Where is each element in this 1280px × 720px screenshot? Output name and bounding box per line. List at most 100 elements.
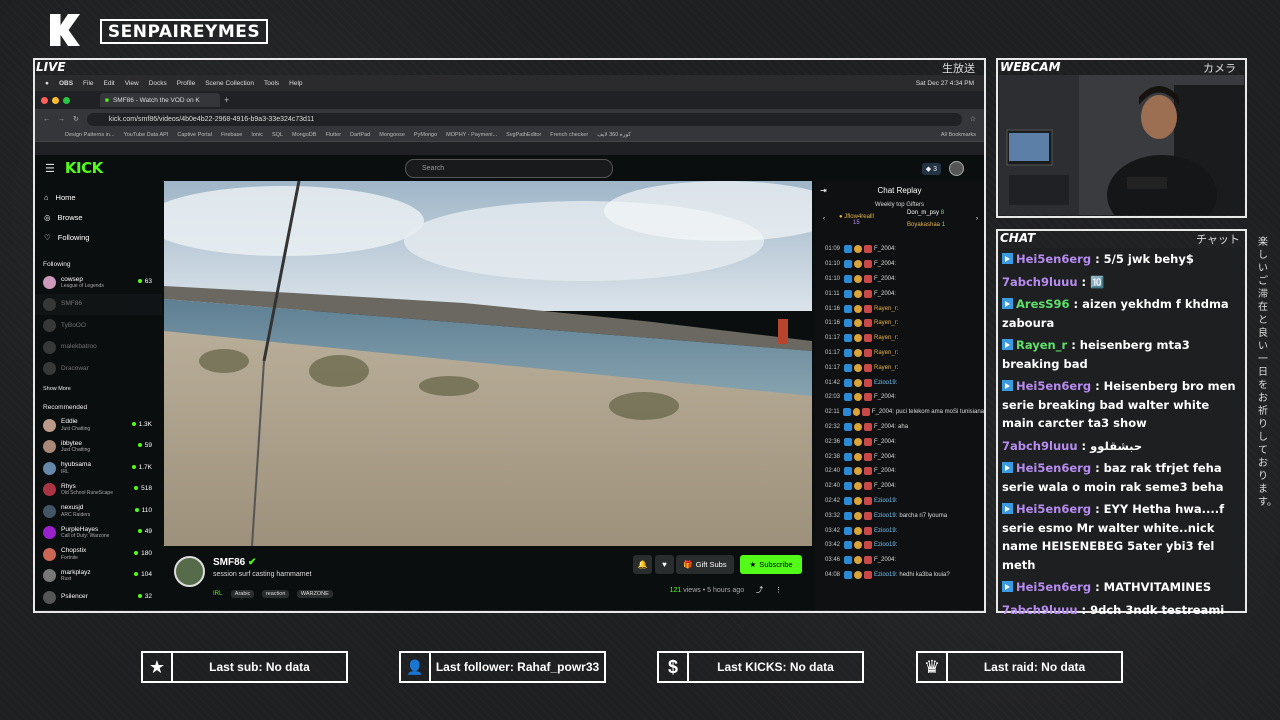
url-bar[interactable]: kick.com/smf86/videos/4b0e4b22-2968-4916…	[86, 112, 962, 126]
maximize-window-icon[interactable]	[63, 96, 70, 104]
replay-username[interactable]: Ezioo19:	[874, 572, 897, 578]
collapse-chat-icon[interactable]: ⇥	[820, 186, 827, 195]
show-more-link[interactable]: Show More	[35, 380, 162, 396]
video-player[interactable]	[164, 181, 812, 546]
chat-username[interactable]: Hei5en6erg	[1016, 379, 1091, 393]
replay-username[interactable]: F_2004:	[874, 439, 896, 445]
reload-icon[interactable]: ↻	[73, 115, 79, 123]
more-options-icon[interactable]: ⋮	[775, 587, 782, 594]
recommended-item[interactable]: ibbytee Just Chatting 59	[35, 436, 162, 458]
recommended-item[interactable]: markplayz Rust 104	[35, 565, 162, 587]
following-item[interactable]: cowsep League of Legends 63	[35, 272, 162, 294]
tag-pill[interactable]: Arabic	[230, 590, 255, 598]
bookmark-item[interactable]: Flutter	[325, 132, 341, 138]
category-link[interactable]: IRL	[213, 591, 222, 597]
replay-username[interactable]: F_2004:	[874, 557, 896, 563]
replay-username[interactable]: Rayen_r:	[874, 350, 898, 356]
recommended-item[interactable]: Eddie Just Chatting 1.3K	[35, 415, 162, 437]
replay-username[interactable]: Rayen_r:	[874, 320, 898, 326]
streamer-name[interactable]: SMF86 ✔	[213, 557, 256, 568]
forward-icon[interactable]: →	[58, 116, 65, 123]
search-input[interactable]: Search	[405, 159, 613, 178]
replay-username[interactable]: F_2004:	[874, 454, 896, 460]
menu-obs[interactable]: OBS	[59, 80, 73, 87]
menu-profile[interactable]: Profile	[177, 80, 195, 87]
bookmark-item[interactable]: All Bookmarks	[941, 132, 984, 138]
menu-file[interactable]: File	[83, 80, 93, 87]
menu-edit[interactable]: Edit	[104, 80, 115, 87]
replay-username[interactable]: Ezioo19:	[874, 513, 897, 519]
replay-username[interactable]: Ezioo19:	[874, 498, 897, 504]
bookmark-item[interactable]: PyMongo	[414, 132, 437, 138]
menu-docks[interactable]: Docks	[149, 80, 167, 87]
streamer-avatar[interactable]	[174, 556, 205, 587]
bookmark-item[interactable]: French checker	[550, 132, 588, 138]
replay-username[interactable]: F_2004:	[874, 276, 896, 282]
bookmark-item[interactable]: MongoDB	[292, 132, 316, 138]
share-icon[interactable]: ⤴	[756, 587, 763, 594]
chat-username[interactable]: Hei5en6erg	[1016, 502, 1091, 516]
gift-subs-button[interactable]: 🎁 Gift Subs	[676, 555, 734, 574]
recommended-item[interactable]: nexusjd ARC Raiders 110	[35, 501, 162, 523]
kick-wordmark[interactable]: KICK	[65, 159, 103, 177]
menu-help[interactable]: Help	[289, 80, 302, 87]
bookmark-item[interactable]: Ionic	[251, 132, 263, 138]
browser-tab[interactable]: ■ SMF86 - Watch the VOD on K	[100, 93, 220, 107]
menu-view[interactable]: View	[125, 80, 139, 87]
replay-username[interactable]: Rayen_r:	[874, 306, 898, 312]
menu-hamburger-icon[interactable]: ☰	[45, 162, 55, 175]
replay-username[interactable]: F_2004:	[872, 409, 894, 415]
chat-username[interactable]: Rayen_r	[1016, 338, 1067, 352]
chat-username[interactable]: 7abch9luuu	[1002, 439, 1078, 453]
following-item[interactable]: TyBoOO	[35, 315, 162, 337]
bookmark-star-icon[interactable]: ☆	[970, 115, 976, 123]
nav-browse[interactable]: ◎ Browse	[35, 207, 162, 227]
bookmark-item[interactable]: DartPad	[350, 132, 370, 138]
replay-username[interactable]: F_2004:	[874, 424, 896, 430]
menu-scene-collection[interactable]: Scene Collection	[205, 80, 254, 87]
replay-username[interactable]: F_2004:	[874, 291, 896, 297]
tag-pill[interactable]: reaction	[261, 590, 290, 598]
bookmark-item[interactable]: YouTube Data API	[124, 132, 169, 138]
gifter-item[interactable]: ● Jflow4reall! 15	[839, 214, 874, 226]
gifter-item[interactable]: Don_m_psy 8	[907, 210, 944, 216]
new-tab-icon[interactable]: +	[224, 95, 229, 105]
bookmark-item[interactable]: SQL	[272, 132, 283, 138]
tag-pill[interactable]: WARZONE	[296, 590, 333, 598]
replay-username[interactable]: Rayen_r:	[874, 365, 898, 371]
prev-gifter-icon[interactable]: ‹	[823, 216, 825, 222]
bookmark-item[interactable]: SvgPathEditor	[506, 132, 541, 138]
replay-username[interactable]: F_2004:	[874, 394, 896, 400]
chat-username[interactable]: Hei5en6erg	[1016, 580, 1091, 594]
replay-username[interactable]: Ezioo19:	[874, 380, 897, 386]
bookmark-item[interactable]: Design Patterns in...	[65, 132, 115, 138]
next-gifter-icon[interactable]: ›	[976, 216, 978, 222]
replay-username[interactable]: F_2004:	[874, 483, 896, 489]
bookmark-item[interactable]: Captive Portal	[177, 132, 212, 138]
chat-username[interactable]: 7abch9luuu	[1002, 603, 1078, 617]
bookmark-item[interactable]: كورة 360 لايف	[597, 132, 631, 138]
chat-username[interactable]: AresS96	[1016, 297, 1070, 311]
bookmark-item[interactable]: Mongoose	[379, 132, 405, 138]
following-item[interactable]: Dracowar	[35, 358, 162, 380]
recommended-item[interactable]: Psilencer 32	[35, 587, 162, 609]
chat-username[interactable]: Hei5en6erg	[1016, 252, 1091, 266]
menu-tools[interactable]: Tools	[264, 80, 279, 87]
notification-bell-button[interactable]: 🔔	[633, 555, 652, 574]
avatar[interactable]	[949, 161, 964, 176]
replay-username[interactable]: F_2004:	[874, 468, 896, 474]
replay-username[interactable]: F_2004:	[874, 246, 896, 252]
close-window-icon[interactable]	[41, 96, 48, 104]
kicks-badge[interactable]: ◆ 3	[921, 162, 941, 175]
bookmark-item[interactable]: MOPHY - Paymeni...	[446, 132, 497, 138]
bookmark-item[interactable]: Firebase	[221, 132, 242, 138]
nav-home[interactable]: ⌂ Home	[35, 187, 162, 207]
replay-username[interactable]: F_2004:	[874, 261, 896, 267]
recommended-item[interactable]: Chopstix Fortnite 180	[35, 544, 162, 566]
follow-heart-button[interactable]: ♥	[655, 555, 674, 574]
recommended-item[interactable]: hyubsama IRL 1.7K	[35, 458, 162, 480]
recommended-item[interactable]: Rhys Old School RuneScape 518	[35, 479, 162, 501]
minimize-window-icon[interactable]	[52, 96, 59, 104]
chat-username[interactable]: 7abch9luuu	[1002, 275, 1078, 289]
chat-username[interactable]: Hei5en6erg	[1016, 461, 1091, 475]
